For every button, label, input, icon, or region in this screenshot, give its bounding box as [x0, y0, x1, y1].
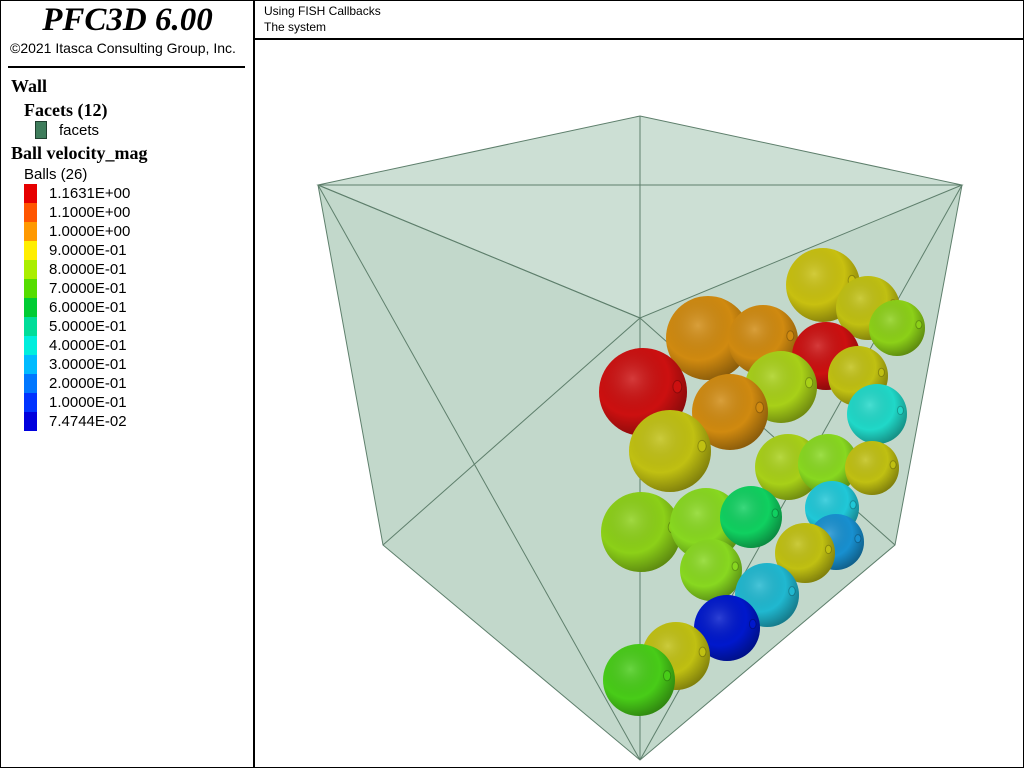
- ball: [869, 300, 925, 356]
- ball: [847, 384, 907, 444]
- scale-label: 1.1000E+00: [49, 204, 131, 221]
- wall-heading: Wall: [11, 76, 48, 96]
- app-title: PFC3D 6.00: [42, 2, 213, 38]
- plot-title: Using FISH Callbacks: [264, 4, 381, 18]
- scale-swatch: [24, 184, 37, 203]
- scale-label: 3.0000E-01: [49, 356, 127, 373]
- scale-swatch: [24, 355, 37, 374]
- facets-heading: Facets (12): [24, 100, 108, 120]
- legend-divider: [8, 66, 245, 68]
- copyright-text: ©2021 Itasca Consulting Group, Inc.: [10, 40, 236, 56]
- ball: [845, 441, 899, 495]
- scale-swatch: [24, 260, 37, 279]
- scale-swatch: [24, 298, 37, 317]
- scale-swatch: [24, 203, 37, 222]
- facet-label: facets: [59, 122, 100, 139]
- scale-swatch: [24, 393, 37, 412]
- scale-swatch: [24, 241, 37, 260]
- model-view: [316, 115, 964, 761]
- scale-label: 1.1631E+00: [49, 185, 131, 202]
- scale-label: 2.0000E-01: [49, 375, 127, 392]
- facet-color-swatch: [35, 121, 47, 139]
- scale-swatch: [24, 222, 37, 241]
- scale-label: 1.0000E+00: [49, 223, 131, 240]
- ball: [720, 486, 782, 548]
- ball: [601, 492, 681, 572]
- plot-header: Using FISH Callbacks The system: [255, 0, 1023, 40]
- scale-label: 8.0000E-01: [49, 261, 127, 278]
- ball: [603, 644, 675, 716]
- 3d-viewport[interactable]: [257, 42, 1022, 767]
- legend-panel: PFC3D 6.00 ©2021 Itasca Consulting Group…: [0, 0, 255, 768]
- scale-swatch: [24, 336, 37, 355]
- scale-label: 1.0000E-01: [49, 394, 127, 411]
- scale-label: 9.0000E-01: [49, 242, 127, 259]
- plot-subtitle: The system: [264, 20, 327, 34]
- scale-swatch: [24, 317, 37, 336]
- scale-label: 7.0000E-01: [49, 280, 127, 297]
- scale-swatch: [24, 279, 37, 298]
- ball: [680, 539, 742, 601]
- scale-label: 4.0000E-01: [49, 337, 127, 354]
- scale-swatch: [24, 374, 37, 393]
- scale-swatch: [24, 412, 37, 431]
- scale-label: 7.4744E-02: [49, 413, 127, 430]
- ball: [629, 410, 711, 492]
- ball-velocity-heading: Ball velocity_mag: [11, 143, 148, 163]
- scale-label: 5.0000E-01: [49, 318, 127, 335]
- scale-label: 6.0000E-01: [49, 299, 127, 316]
- balls-count: Balls (26): [24, 166, 88, 183]
